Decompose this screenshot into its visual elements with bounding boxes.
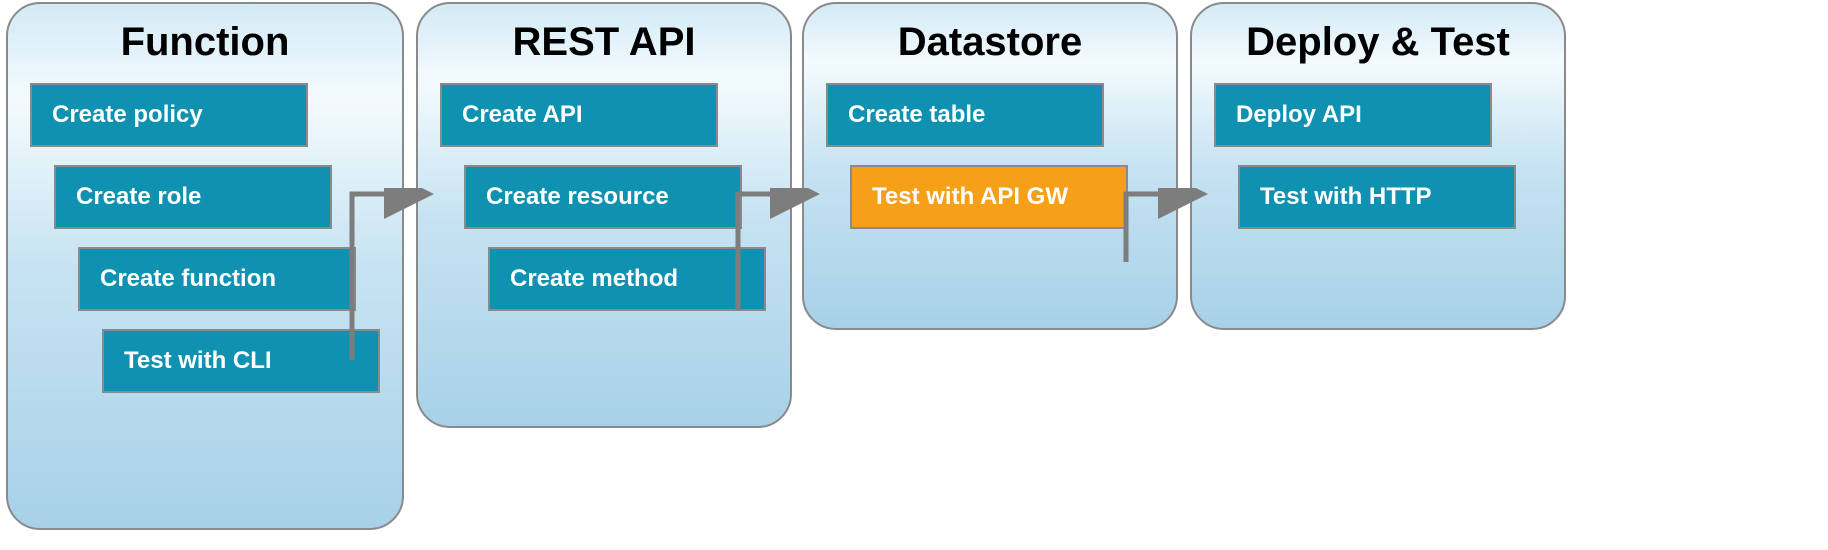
stage-datastore: Datastore Create table Test with API GW [802, 2, 1178, 330]
step-create-function: Create function [78, 247, 356, 311]
stage-function: Function Create policy Create role Creat… [6, 2, 404, 530]
step-create-table: Create table [826, 83, 1104, 147]
step-create-method: Create method [488, 247, 766, 311]
stage-title-datastore: Datastore [826, 20, 1154, 65]
stage-deploy-test: Deploy & Test Deploy API Test with HTTP [1190, 2, 1566, 330]
step-create-policy: Create policy [30, 83, 308, 147]
step-test-with-api-gw: Test with API GW [850, 165, 1128, 229]
stage-title-rest-api: REST API [440, 20, 768, 65]
stage-title-deploy-test: Deploy & Test [1214, 20, 1542, 65]
step-test-with-http: Test with HTTP [1238, 165, 1516, 229]
step-create-resource: Create resource [464, 165, 742, 229]
stage-title-function: Function [30, 20, 380, 65]
step-deploy-api: Deploy API [1214, 83, 1492, 147]
stage-rest-api: REST API Create API Create resource Crea… [416, 2, 792, 428]
step-test-with-cli: Test with CLI [102, 329, 380, 393]
step-create-api: Create API [440, 83, 718, 147]
step-create-role: Create role [54, 165, 332, 229]
